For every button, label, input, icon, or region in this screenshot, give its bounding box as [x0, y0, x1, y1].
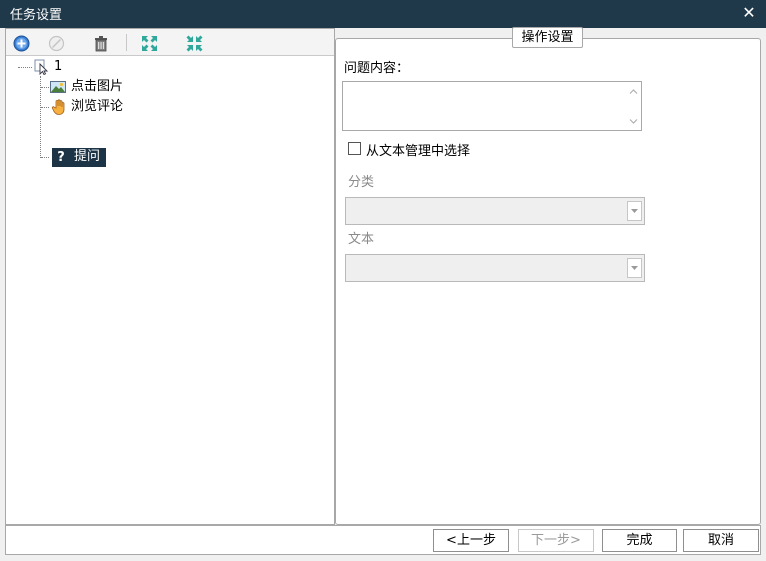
selected-highlight: ? 提问	[52, 147, 107, 167]
trash-icon	[95, 35, 107, 51]
chevron-down-icon	[631, 208, 638, 213]
tree-connector	[41, 157, 49, 158]
question-content-label: 问题内容：	[344, 61, 410, 76]
chevron-down-icon	[631, 265, 638, 270]
task-tree: 1 点击图片 浏览评论 ? 提问	[6, 57, 334, 523]
category-select[interactable]	[345, 197, 645, 225]
scroll-down-icon	[629, 119, 638, 124]
picture-icon	[49, 79, 67, 95]
text-label: 文本	[348, 232, 375, 247]
expand-icon	[141, 35, 157, 51]
window-title: 任务设置	[10, 8, 63, 23]
tree-connector	[41, 107, 49, 108]
disable-icon	[48, 35, 64, 51]
title-bar: 任务设置 ✕	[0, 0, 766, 28]
tree-node-click-image[interactable]: 点击图片	[49, 77, 127, 97]
tree-node-label: 点击图片	[71, 79, 124, 94]
question-content-input[interactable]	[342, 81, 642, 131]
from-text-label: 从文本管理中选择	[366, 144, 471, 159]
tree-connector	[18, 67, 32, 68]
collapse-icon	[186, 35, 202, 51]
tree-root-label: 1	[54, 59, 63, 74]
scroll-up-icon	[629, 89, 638, 94]
tree-connector	[40, 76, 41, 158]
tree-node-browse-comments[interactable]: 浏览评论	[49, 97, 127, 117]
delete-button[interactable]	[91, 33, 111, 53]
close-button[interactable]: ✕	[740, 4, 758, 22]
from-text-checkbox[interactable]	[348, 142, 361, 155]
next-step-button[interactable]: 下一步>	[518, 529, 594, 552]
category-dropdown-button[interactable]	[627, 201, 642, 221]
task-tree-panel: 1 点击图片 浏览评论 ? 提问	[5, 28, 335, 525]
hand-icon	[49, 99, 67, 115]
toolbar-separator	[126, 34, 127, 51]
close-icon: ✕	[742, 3, 756, 22]
tree-node-label: 浏览评论	[71, 99, 124, 114]
tree-root-node[interactable]: 1	[32, 57, 66, 77]
text-dropdown-button[interactable]	[627, 258, 642, 278]
cursor-page-icon	[32, 59, 50, 75]
question-icon: ?	[57, 149, 65, 165]
expand-all-button[interactable]	[139, 33, 159, 53]
tree-connector	[41, 87, 49, 88]
textarea-scrollbar[interactable]	[626, 82, 641, 130]
tree-node-label: 提问	[74, 149, 101, 164]
category-label: 分类	[348, 175, 375, 190]
text-select[interactable]	[345, 254, 645, 282]
tree-toolbar	[6, 29, 334, 56]
cancel-button[interactable]: 取消	[683, 529, 759, 552]
collapse-all-button[interactable]	[184, 33, 204, 53]
prev-step-button[interactable]: <上一步	[433, 529, 509, 552]
disable-button[interactable]	[46, 33, 66, 53]
finish-button[interactable]: 完成	[602, 529, 677, 552]
add-button[interactable]	[11, 33, 31, 53]
group-title: 操作设置	[512, 27, 583, 48]
tree-node-question[interactable]: ? 提问	[52, 147, 107, 167]
add-icon	[13, 35, 29, 51]
